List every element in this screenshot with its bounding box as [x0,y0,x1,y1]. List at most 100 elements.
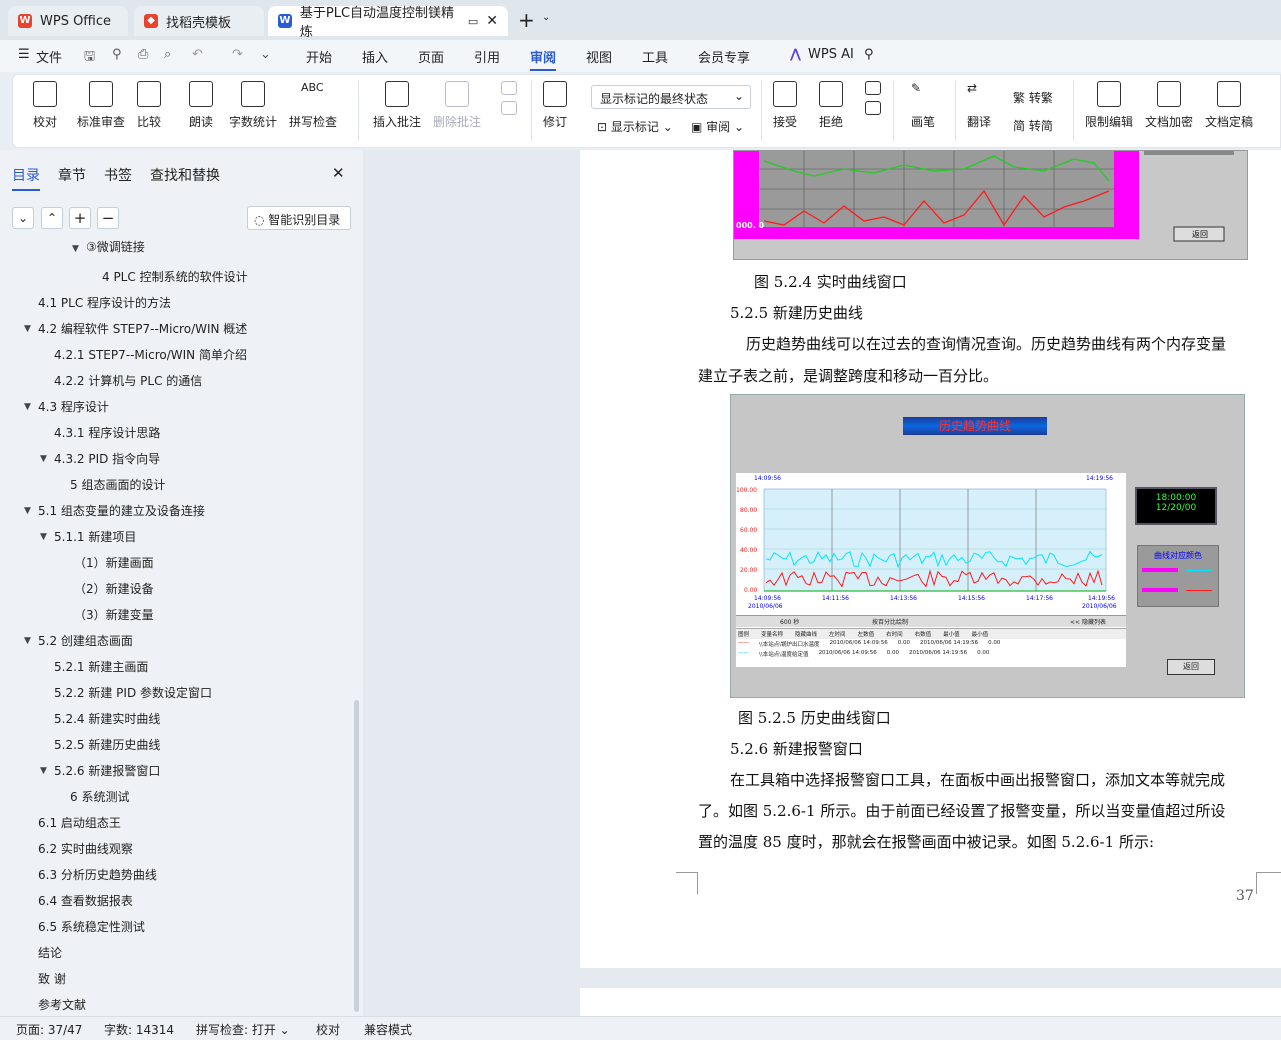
toc-item[interactable]: （2）新建设备 [74,580,154,597]
proofread-status[interactable]: 校对 [316,1021,340,1038]
tab-wps-office[interactable]: W WPS Office [8,6,128,36]
word-count[interactable]: 字数: 14314 [104,1021,174,1038]
expand-button[interactable]: ⌃ [41,207,63,229]
menu-wps-ai[interactable]: WPS AI [808,47,854,62]
add-level-button[interactable]: + [69,207,91,229]
toc-item[interactable]: 5.1.1 新建项目 [54,528,136,545]
doc-finalize-button[interactable]: 文档定稿 [1205,81,1253,130]
toc-item[interactable]: 5.2.1 新建主画面 [54,658,148,675]
restrict-edit-button[interactable]: 限制编辑 [1085,81,1133,130]
save-icon[interactable]: 🖫 [84,47,95,69]
to-traditional-button[interactable]: 繁 转繁 [1013,89,1053,106]
collapse-button[interactable]: ⌄ [12,207,34,229]
toc-item[interactable]: 结论 [38,944,62,961]
table-row[interactable]: —— \\本站点\锅炉出口水温度 2010/06/06 14:09:56 0.00 20… [736,639,1126,649]
close-icon[interactable]: ✕ [486,13,498,29]
page-indicator[interactable]: 页面: 37/47 [16,1021,82,1038]
track-changes-button[interactable]: 修订 [543,81,567,130]
toc-item[interactable]: 4 PLC 控制系统的软件设计 [102,268,248,285]
toc-item[interactable]: 5.2 创建组态画面 [38,632,133,649]
to-simplified-button[interactable]: 简 转简 [1013,117,1053,134]
toc-item[interactable]: 5.1 组态变量的建立及设备连接 [38,502,205,519]
smart-toc-button[interactable]: ◌ 智能识别目录 [247,206,351,230]
read-aloud-button[interactable]: 朗读 [189,81,213,130]
word-count-button[interactable]: 字数统计 [229,81,277,130]
toc-item[interactable]: 4.3.2 PID 指令向导 [54,450,160,467]
toc-item[interactable]: 参考文献 [38,996,86,1013]
remove-level-button[interactable]: − [97,207,119,229]
close-icon[interactable]: ✕ [332,164,345,182]
menu-file[interactable]: 文件 [36,47,62,66]
delete-comment-button[interactable]: 删除批注 [433,81,481,130]
link-icon[interactable]: ⚲ [112,47,122,62]
hamburger-icon[interactable]: ☰ [18,47,30,62]
percent-mode-button[interactable]: 按百分比绘制 [872,617,908,626]
undo-icon[interactable]: ↶ [192,47,203,62]
toc-item[interactable]: 6 系统测试 [70,788,129,805]
print-icon[interactable]: ⎙ [138,47,148,62]
proofread-button[interactable]: 校对 [33,81,57,130]
tab-chapter[interactable]: 章节 [58,165,86,185]
change-nav-button[interactable] [865,81,881,115]
accept-button[interactable]: 接受 [773,81,797,130]
menu-view[interactable]: 视图 [586,47,612,66]
toc-item[interactable]: 4.2.1 STEP7--Micro/WIN 简单介绍 [54,346,247,363]
sidebar-scrollbar[interactable] [354,700,359,1012]
insert-comment-button[interactable]: 插入批注 [373,81,421,130]
menu-references[interactable]: 引用 [474,47,500,66]
span-label[interactable]: 600 秒 [780,617,799,626]
toc-item[interactable]: 6.3 分析历史趋势曲线 [38,866,157,883]
pen-button[interactable]: ✎ 画笔 [911,81,935,130]
toc-item[interactable]: 6.2 实时曲线观察 [38,840,133,857]
toc-item[interactable]: 5.2.2 新建 PID 参数设定窗口 [54,684,212,701]
new-tab-icon[interactable]: + [518,8,535,32]
table-row[interactable]: —— \\本站点\温度给定值 2010/06/06 14:09:56 0.00 2010… [736,649,1126,659]
redo-icon[interactable]: ↷ [232,47,243,62]
toc-item[interactable]: 4.3.1 程序设计思路 [54,424,160,441]
hide-list-button[interactable]: << 隐藏列表 [1070,617,1106,626]
return-button[interactable]: 返回 [1167,659,1215,675]
toc-item[interactable]: 5 组态画面的设计 [70,476,165,493]
tab-bookmark[interactable]: 书签 [104,165,132,185]
toc-item[interactable]: 6.5 系统稳定性测试 [38,918,145,935]
toc-item[interactable]: 4.3 程序设计 [38,398,109,415]
search-icon[interactable]: ⚲ [864,47,874,62]
spell-check-button[interactable]: ABC 拼写检查 [289,81,337,130]
translate-button[interactable]: ⇄ 翻译 [967,81,991,130]
compare-button[interactable]: 比较 [137,81,161,130]
tab-document[interactable]: W 基于PLC自动温度控制镁精炼 ▭ ✕ [268,6,508,40]
menu-review[interactable]: 审阅 [530,47,557,71]
chevron-down-icon[interactable]: ⌄ [542,12,550,23]
toc-item[interactable]: ③微调链接 [86,240,145,255]
menu-page[interactable]: 页面 [418,47,444,66]
menu-insert[interactable]: 插入 [362,47,388,66]
toc-item[interactable]: 4.2 编程软件 STEP7--Micro/WIN 概述 [38,320,247,337]
markup-select[interactable]: 显示标记的最终状态 ⌄ [591,85,751,109]
toc-item[interactable]: 4.1 PLC 程序设计的方法 [38,294,171,311]
toc-item[interactable]: 6.4 查看数据报表 [38,892,133,909]
toc-item[interactable]: 6.1 启动组态王 [38,814,121,831]
chevron-down-icon[interactable]: ⌄ [260,47,271,62]
toc-item[interactable]: 5.2.4 新建实时曲线 [54,710,160,727]
tab-toc[interactable]: 目录 [12,165,40,191]
tab-template[interactable]: ◆ 找稻壳模板 [134,6,264,36]
monitor-icon[interactable]: ▭ [468,15,478,28]
menu-home[interactable]: 开始 [306,47,332,66]
toc-item[interactable]: 5.2.6 新建报警窗口 [54,762,160,779]
doc-encrypt-button[interactable]: 文档加密 [1145,81,1193,130]
toc-item[interactable]: 4.2.2 计算机与 PLC 的通信 [54,372,202,389]
comment-nav-button[interactable] [501,81,517,115]
standard-review-button[interactable]: 标准审查 [77,81,125,130]
reject-button[interactable]: 拒绝 [819,81,843,130]
show-markup-button[interactable]: ⊡ 显示标记 ⌄ [597,118,673,135]
spell-check-status[interactable]: 拼写检查: 打开 ⌄ [196,1021,290,1038]
review-pane-button[interactable]: ▣ 审阅 ⌄ [691,118,744,135]
tab-find-replace[interactable]: 查找和替换 [150,165,220,185]
print-preview-icon[interactable]: ⌕ [164,47,171,62]
toc-item[interactable]: （1）新建画面 [74,554,154,571]
toc-item[interactable]: （3）新建变量 [74,606,154,623]
menu-member[interactable]: 会员专享 [698,47,750,66]
menu-tools[interactable]: 工具 [642,47,668,66]
toc-item[interactable]: 致 谢 [38,970,66,987]
toc-item[interactable]: 5.2.5 新建历史曲线 [54,736,160,753]
